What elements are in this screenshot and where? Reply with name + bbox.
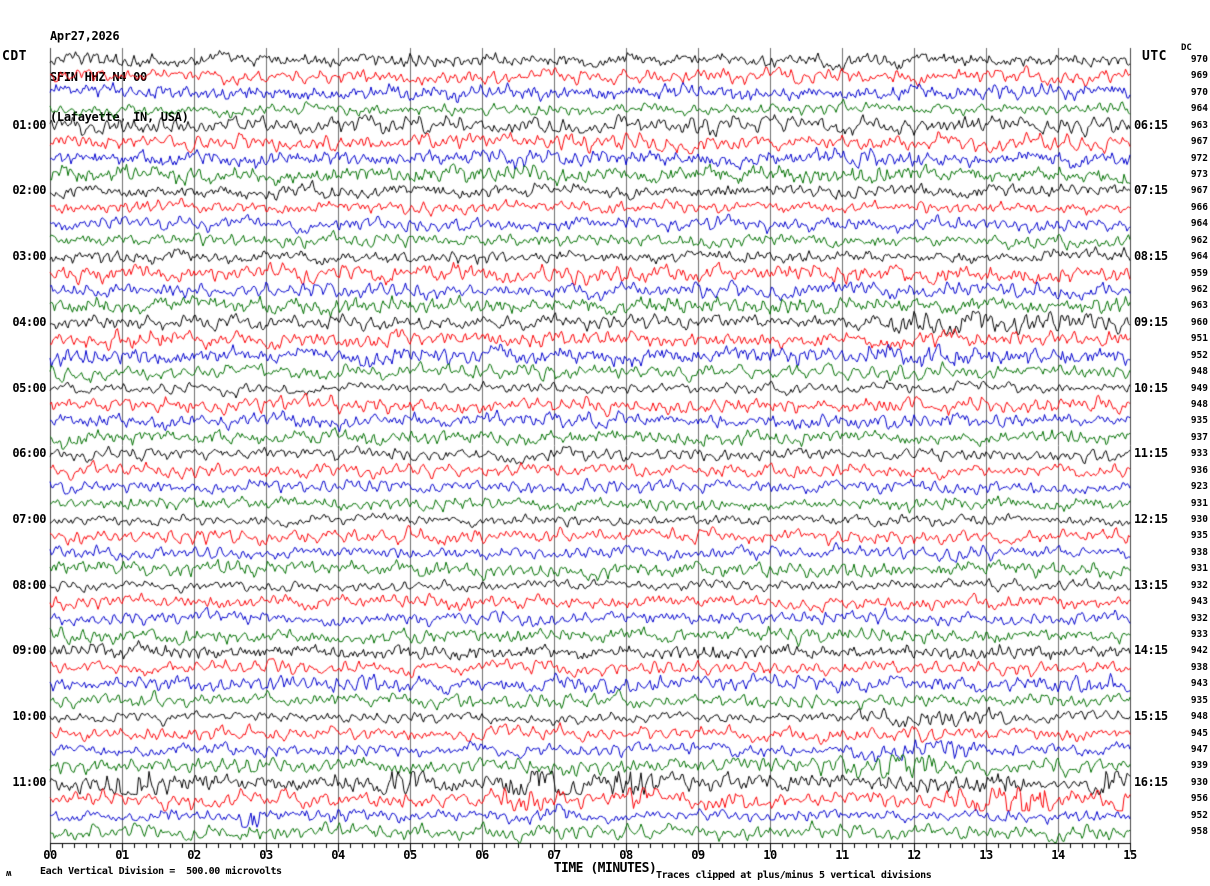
x-tick-label: 14 (1051, 848, 1065, 862)
header-date: Apr27,2026 (50, 29, 120, 43)
x-tick-label: 03 (259, 848, 273, 862)
dc-value: 963 (1190, 300, 1208, 312)
cdt-hour-label: 07:00 (12, 512, 46, 527)
dc-value: 972 (1190, 152, 1208, 164)
x-tick-label: 04 (331, 848, 345, 862)
cdt-hour-label: 02:00 (12, 183, 46, 198)
dc-value: 943 (1190, 596, 1208, 608)
dc-value: 938 (1190, 546, 1208, 558)
dc-value: 942 (1190, 645, 1208, 657)
x-tick-label: 06 (475, 848, 489, 862)
utc-hour-label: 08:15 (1134, 249, 1168, 264)
cdt-hour-label: 01:00 (12, 117, 46, 132)
dc-value: 937 (1190, 431, 1208, 443)
helicorder-page: Apr27,2026 SFIN HHZ N4 00 (Lafayette, IN… (0, 0, 1210, 886)
right-timezone-label: UTC (1142, 49, 1167, 64)
x-tick-label: 12 (907, 848, 921, 862)
dc-value: 930 (1190, 514, 1208, 526)
x-tick-label: 01 (115, 848, 129, 862)
dc-value: 947 (1190, 744, 1208, 756)
clip-note: Traces clipped at plus/minus 5 vertical … (656, 870, 932, 881)
dc-value: 936 (1190, 464, 1208, 476)
dc-value: 967 (1190, 136, 1208, 148)
dc-value: 935 (1190, 415, 1208, 427)
utc-hour-label: 14:15 (1134, 643, 1168, 658)
x-tick-label: 05 (403, 848, 417, 862)
dc-value: 964 (1190, 251, 1208, 263)
dc-value: 952 (1190, 349, 1208, 361)
dc-value: 967 (1190, 185, 1208, 197)
dc-value: 962 (1190, 234, 1208, 246)
x-tick-label: 15 (1123, 848, 1137, 862)
dc-value: 938 (1190, 661, 1208, 673)
utc-hour-label: 09:15 (1134, 314, 1168, 329)
dc-value: 958 (1190, 826, 1208, 838)
dc-value: 923 (1190, 481, 1208, 493)
utc-hour-label: 16:15 (1134, 774, 1168, 789)
utc-hour-label: 07:15 (1134, 183, 1168, 198)
utc-hour-label: 12:15 (1134, 512, 1168, 527)
left-timezone-label: CDT (2, 49, 27, 64)
dc-value: 956 (1190, 793, 1208, 805)
dc-value: 973 (1190, 169, 1208, 180)
cdt-hour-label: 11:00 (12, 774, 46, 789)
x-tick-label: 09 (691, 848, 705, 862)
dc-value: 939 (1190, 760, 1208, 772)
x-tick-label: 08 (619, 848, 633, 862)
cdt-hour-label: 10:00 (12, 709, 46, 724)
dc-value: 930 (1190, 776, 1208, 788)
utc-hour-label: 06:15 (1134, 117, 1168, 132)
dc-value: 952 (1190, 809, 1208, 821)
dc-value: 970 (1190, 86, 1208, 98)
cdt-hour-label: 08:00 (12, 577, 46, 592)
cdt-hour-label: 09:00 (12, 643, 46, 658)
cdt-hour-label: 06:00 (12, 446, 46, 461)
cdt-hour-label: 04:00 (12, 314, 46, 329)
dc-value: 959 (1190, 267, 1208, 279)
utc-hour-label: 13:15 (1134, 577, 1168, 592)
dc-value: 949 (1190, 382, 1208, 394)
dc-value: 960 (1190, 316, 1208, 328)
x-tick-label: 00 (43, 848, 57, 862)
dc-value: 945 (1190, 727, 1208, 739)
dc-value: 933 (1190, 448, 1208, 460)
utc-hour-label: 10:15 (1134, 380, 1168, 395)
scale-note: Each Vertical Division = 500.00 microvol… (40, 866, 282, 877)
dc-value: 932 (1190, 579, 1208, 591)
dc-value: 970 (1190, 54, 1208, 65)
dc-value: 948 (1190, 399, 1208, 411)
x-tick-label: 02 (187, 848, 201, 862)
dc-value: 931 (1190, 497, 1208, 509)
dc-value: 931 (1190, 563, 1208, 575)
dc-value: 948 (1190, 366, 1208, 378)
utc-hour-label: 11:15 (1134, 446, 1168, 461)
dc-column-label: DC (1181, 43, 1192, 53)
dc-value: 935 (1190, 694, 1208, 706)
dc-value: 948 (1190, 711, 1208, 723)
dc-value: 933 (1190, 629, 1208, 641)
dc-value: 943 (1190, 678, 1208, 690)
cdt-hour-label: 05:00 (12, 380, 46, 395)
dc-value: 969 (1190, 70, 1208, 82)
dc-value: 935 (1190, 530, 1208, 542)
cdt-hour-label: 03:00 (12, 249, 46, 264)
dc-value: 963 (1190, 119, 1208, 131)
x-tick-label: 10 (763, 848, 777, 862)
dc-value: 962 (1190, 284, 1208, 296)
x-tick-label: 13 (979, 848, 993, 862)
x-tick-label: 07 (547, 848, 561, 862)
dc-value: 932 (1190, 612, 1208, 624)
dc-value: 964 (1190, 218, 1208, 230)
dc-value: 951 (1190, 333, 1208, 345)
dc-value: 966 (1190, 201, 1208, 213)
seismogram-canvas (49, 46, 1132, 858)
x-tick-label: 11 (835, 848, 849, 862)
dc-value: 964 (1190, 103, 1208, 115)
utc-hour-label: 15:15 (1134, 709, 1168, 724)
corner-glyph: ʍ (6, 869, 12, 879)
